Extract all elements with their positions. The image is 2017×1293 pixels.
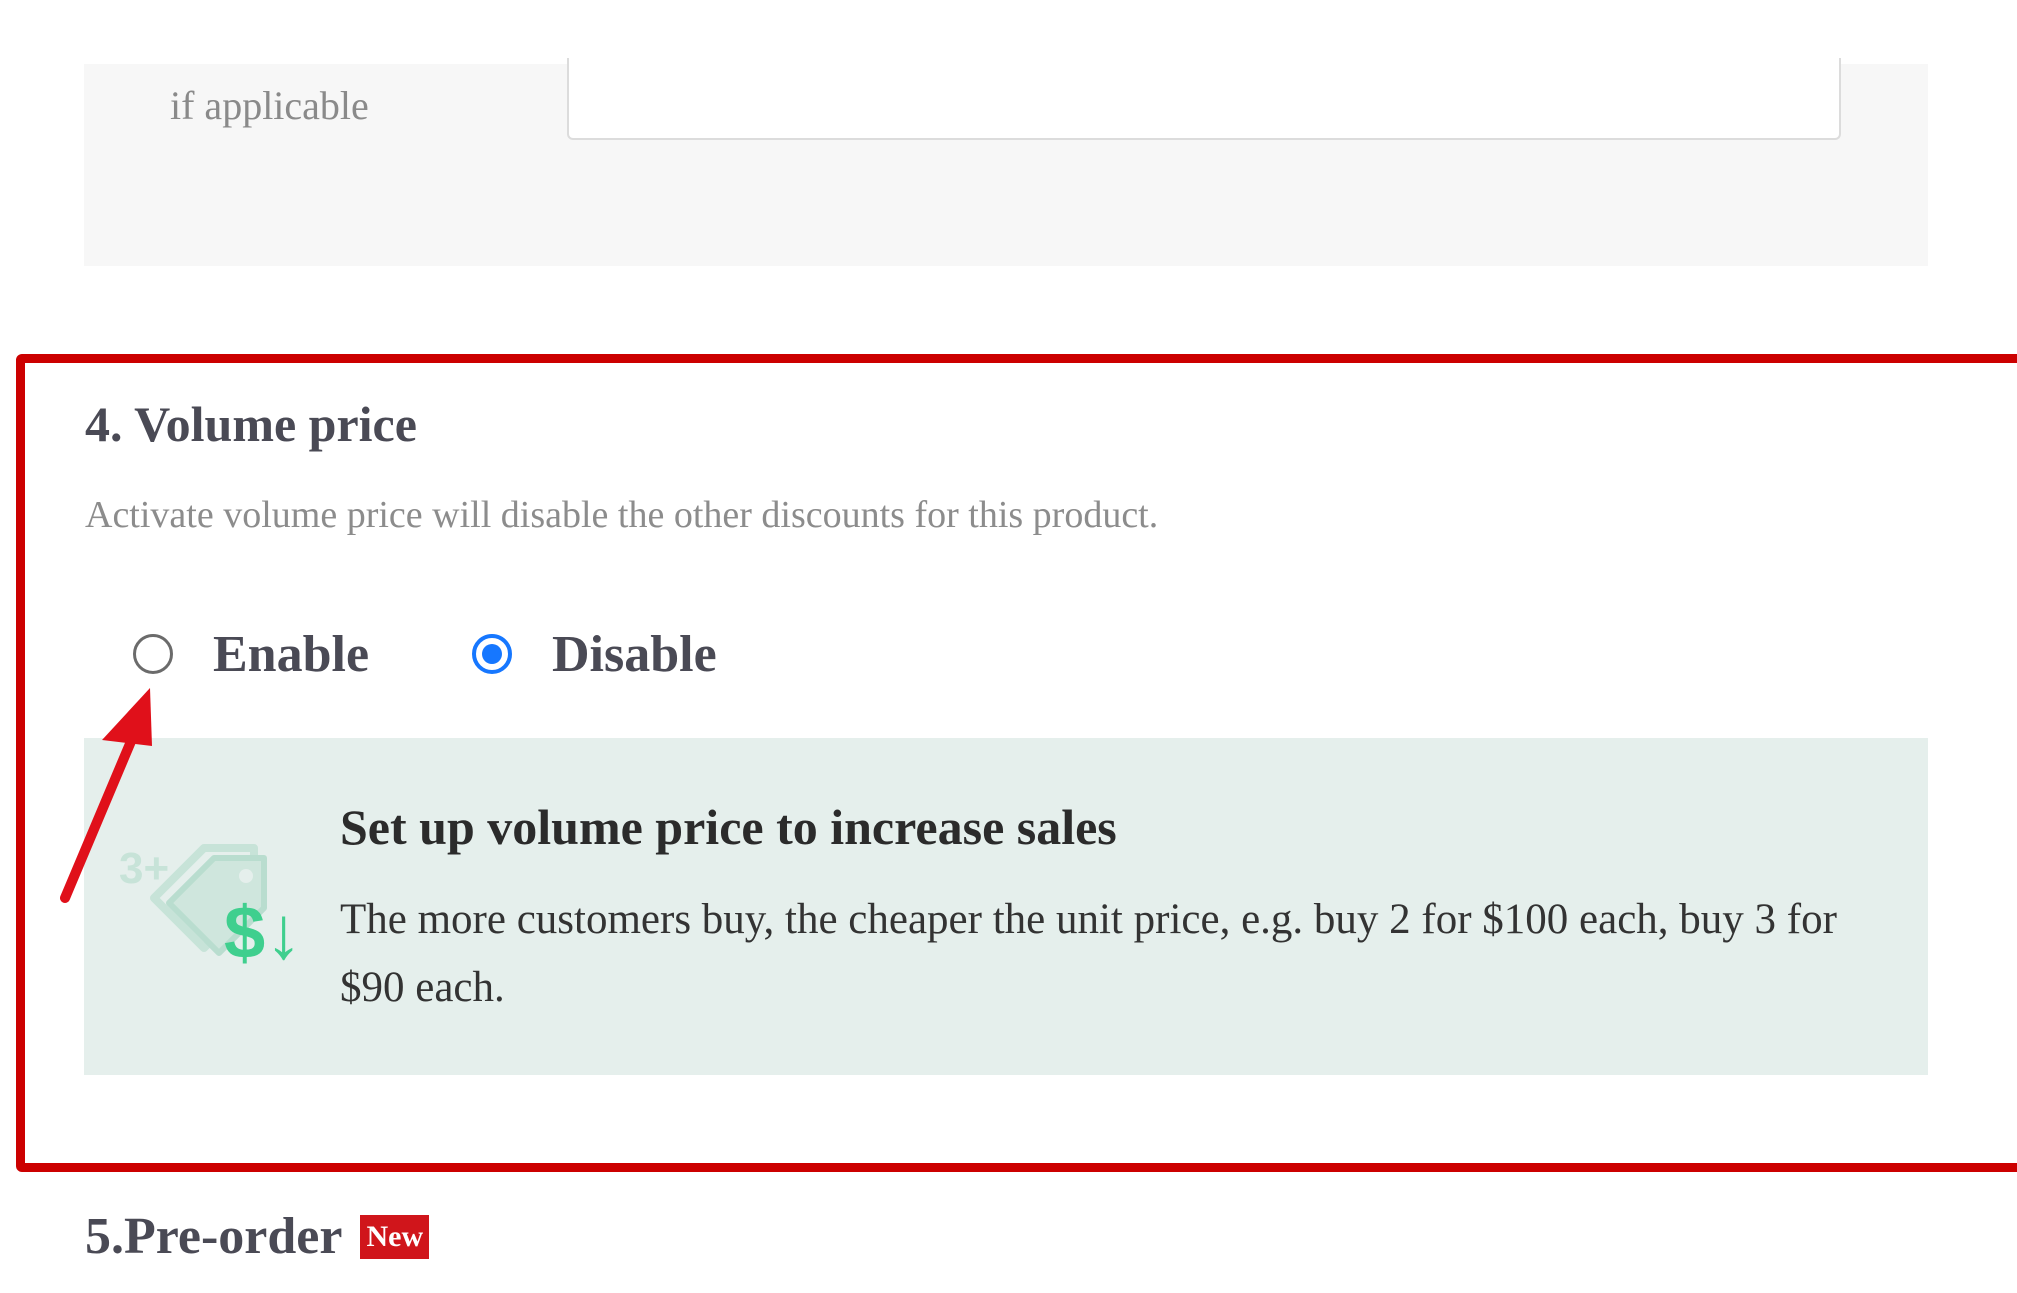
enable-radio-option[interactable]: Enable: [133, 624, 369, 684]
disable-radio-label[interactable]: Disable: [552, 625, 717, 684]
annotation-arrow-icon: [60, 688, 152, 903]
pre-order-title: 5.Pre-order: [85, 1208, 343, 1265]
volume-price-description: Activate volume price will disable the o…: [85, 494, 1159, 536]
previous-text-field[interactable]: [567, 58, 1841, 140]
volume-price-info-box: 3+ $↓ Set up volume price to increase sa…: [84, 738, 1928, 1075]
page: if applicable 4. Volume price Activate v…: [0, 0, 2017, 1293]
disable-radio-option[interactable]: Disable: [472, 624, 717, 684]
pre-order-heading: 5.Pre-order New: [85, 1207, 430, 1266]
disable-radio-button[interactable]: [472, 634, 512, 674]
new-badge: New: [360, 1214, 430, 1259]
volume-price-title: 4. Volume price: [85, 396, 417, 452]
info-body: The more customers buy, the cheaper the …: [340, 896, 1837, 1011]
enable-radio-button[interactable]: [133, 634, 173, 674]
info-title: Set up volume price to increase sales: [340, 799, 1117, 855]
enable-radio-label[interactable]: Enable: [213, 625, 369, 684]
previous-field-label: if applicable: [170, 83, 369, 128]
svg-text:$↓: $↓: [224, 891, 302, 968]
